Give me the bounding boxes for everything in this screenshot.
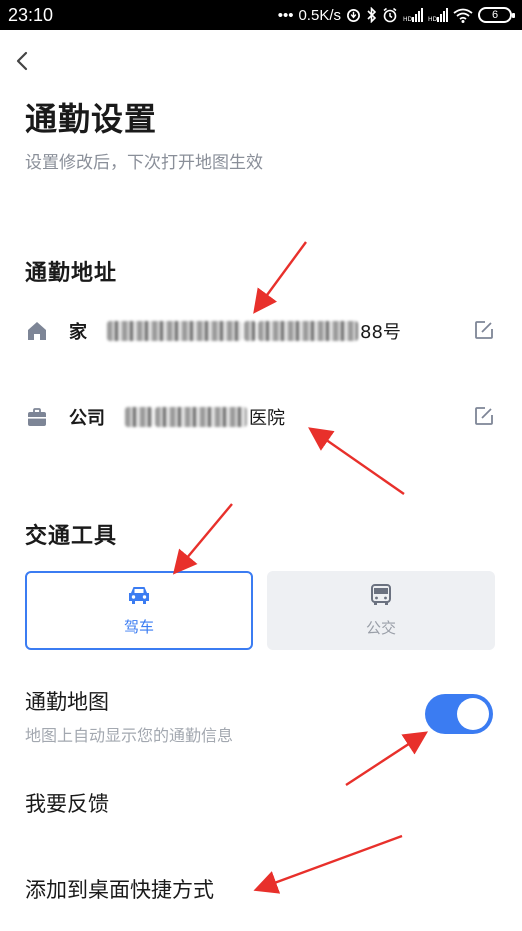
commute-map-toggle[interactable] (425, 694, 493, 734)
page-subtitle: 设置修改后，下次打开地图生效 (25, 153, 263, 173)
svg-text:HD: HD (428, 16, 438, 22)
annotation-arrow (308, 427, 405, 495)
edit-home-icon[interactable] (473, 319, 497, 343)
redacted-text (155, 407, 247, 427)
work-address-suffix: 医院 (249, 408, 285, 429)
commute-map-title: 通勤地图 (25, 690, 109, 714)
redacted-text (258, 321, 358, 341)
redacted-text (107, 321, 242, 341)
redacted-text (125, 407, 153, 427)
battery-icon: 6 (478, 7, 515, 23)
bluetooth-icon (366, 7, 377, 23)
annotation-arrow (172, 503, 233, 575)
transport-option-label: 公交 (365, 619, 396, 637)
data-saver-icon (346, 8, 361, 23)
transport-option-label: 驾车 (123, 618, 154, 636)
signal-icon: HD (403, 8, 423, 22)
chevron-left-icon (16, 51, 28, 71)
feedback-item[interactable]: 我要反馈 (25, 788, 109, 818)
transport-section-title: 交通工具 (25, 524, 118, 549)
signal-icon-2: HD (428, 8, 448, 22)
car-icon (126, 584, 152, 610)
home-label: 家 (69, 322, 87, 343)
annotation-arrow (253, 834, 403, 894)
status-time: 23:10 (8, 4, 54, 25)
network-speed: 0.5K/s (298, 6, 341, 24)
commute-map-description: 地图上自动显示您的通勤信息 (25, 726, 234, 745)
svg-text:HD: HD (403, 16, 413, 22)
work-label: 公司 (69, 408, 105, 429)
transport-option-bus[interactable]: 公交 (267, 571, 495, 650)
redacted-text (244, 321, 256, 341)
annotation-arrow (345, 731, 429, 787)
transport-option-car[interactable]: 驾车 (25, 571, 253, 650)
status-icons: ••• 0.5K/s HD HD 6 (277, 6, 515, 24)
back-button[interactable] (10, 48, 36, 74)
edit-work-icon[interactable] (473, 405, 497, 429)
bus-icon (369, 583, 393, 611)
add-shortcut-item[interactable]: 添加到桌面快捷方式 (25, 874, 214, 904)
wifi-icon (453, 8, 473, 23)
briefcase-icon (25, 405, 49, 429)
address-section-title: 通勤地址 (25, 261, 118, 286)
work-address-row[interactable]: 公司 医院 (25, 397, 500, 437)
home-address-suffix: 88号 (360, 322, 401, 343)
toggle-knob (457, 698, 489, 730)
work-address-value: 医院 (125, 404, 285, 430)
alarm-icon (382, 7, 398, 23)
annotation-arrow (253, 241, 307, 314)
home-address-value: 88号 (107, 318, 401, 344)
page-title: 通勤设置 (25, 100, 158, 138)
home-icon (25, 319, 49, 343)
home-address-row[interactable]: 家 88号 (25, 311, 500, 351)
status-bar: 23:10 ••• 0.5K/s HD HD 6 (0, 0, 522, 30)
notification-dots: ••• (277, 6, 294, 24)
